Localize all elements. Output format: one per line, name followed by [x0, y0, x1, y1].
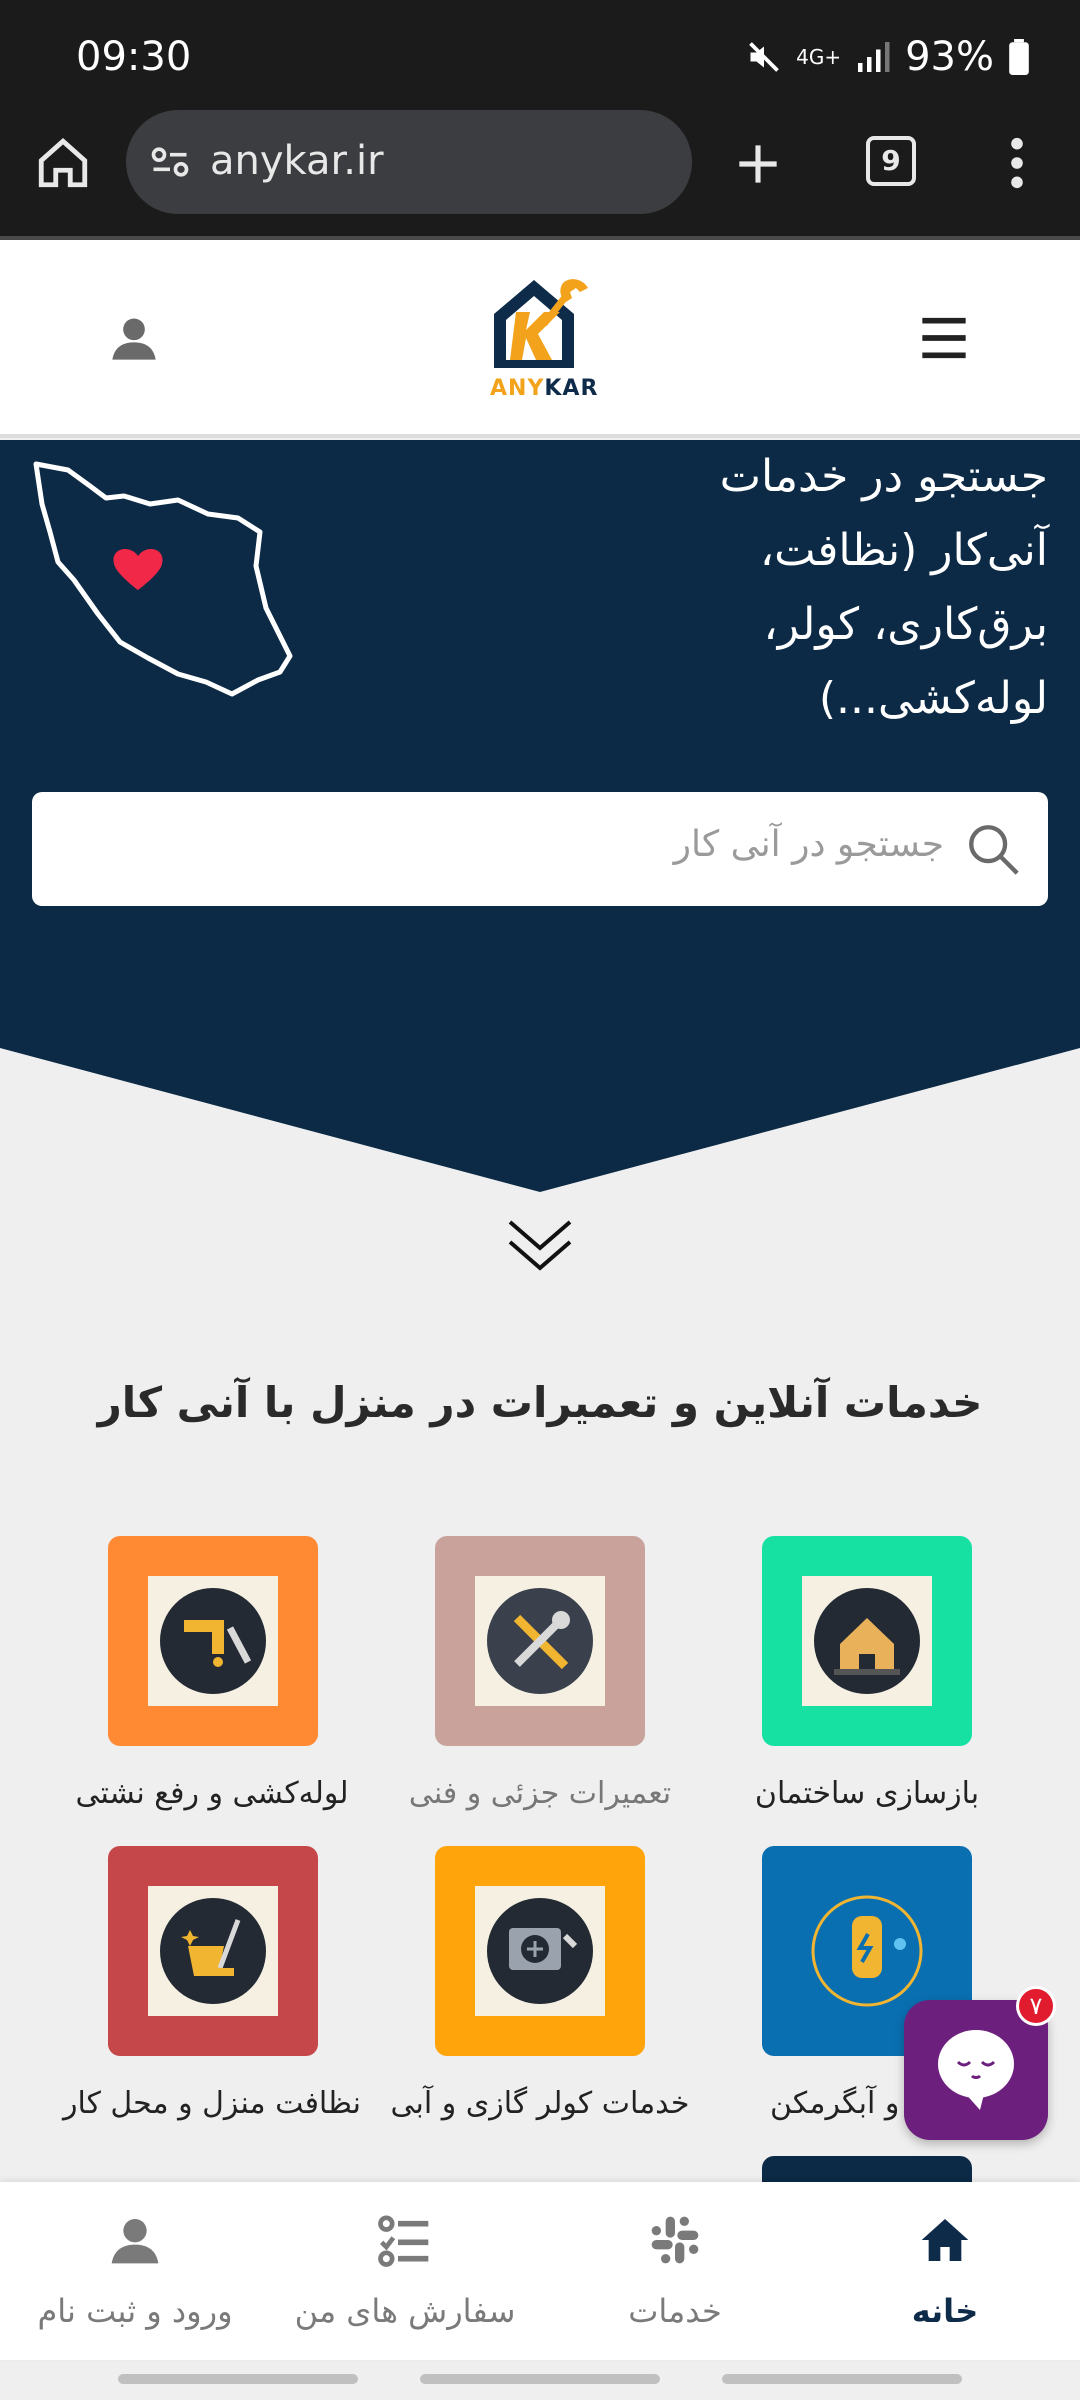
hero-title-line: لوله‌کشی...): [818, 673, 1048, 724]
service-tile-renovation[interactable]: [762, 1536, 972, 1746]
service-tile-cleaning[interactable]: [108, 1846, 318, 2056]
new-tab-icon[interactable]: [730, 136, 786, 192]
more-options-icon[interactable]: [1002, 134, 1032, 192]
logo-text-kar: KAR: [544, 376, 599, 401]
nav-item-services[interactable]: خدمات: [540, 2182, 810, 2360]
hamburger-menu-icon[interactable]: [918, 314, 970, 362]
nav-label-orders: سفارش های من: [294, 2292, 516, 2330]
service-label-plumbing[interactable]: لوله‌کشی و رفع نشتی: [62, 1776, 362, 1811]
hero-title-line: برق‌کاری، کولر،: [763, 599, 1048, 650]
tab-switcher-button[interactable]: 9: [866, 136, 916, 186]
service-label-renovation[interactable]: بازسازی ساختمان: [732, 1776, 1002, 1811]
service-label-cleaning[interactable]: نظافت منزل و محل کار: [52, 2086, 372, 2121]
gesture-bar-right: [722, 2374, 962, 2384]
renovation-icon: [814, 1588, 920, 1694]
tools-icon: [487, 1588, 593, 1694]
battery-icon: [1009, 39, 1029, 75]
water-heater-icon: [811, 1895, 923, 2007]
tab-count: 9: [881, 144, 901, 177]
battery-percent: 93%: [905, 34, 994, 80]
service-image: [148, 1886, 278, 2016]
nav-label-home: خانه: [911, 2292, 979, 2330]
orders-icon: [378, 2215, 429, 2267]
services-icon: [651, 2216, 699, 2264]
bottom-navigation: خانه خدمات سفارش های من ورود و ثبت نام: [0, 2182, 1080, 2360]
home-icon: [921, 2219, 969, 2261]
search-placeholder: جستجو در آنی کار: [673, 824, 944, 865]
url-text: anykar.ir: [210, 138, 384, 184]
service-label-repairs[interactable]: تعمیرات جزئی و فنی: [400, 1776, 680, 1811]
chat-notification-badge: ۷: [1016, 1986, 1056, 2026]
anykar-logo[interactable]: [486, 272, 596, 372]
status-time: 09:30: [76, 34, 192, 80]
hero-title-line: جستجو در خدمات: [719, 451, 1048, 502]
service-tile-repairs[interactable]: [435, 1536, 645, 1746]
chat-bubble-icon: [938, 2030, 1014, 2110]
hero-section: جستجو در خدمات آنی‌کار (نظافت، برق‌کاری،…: [0, 440, 1080, 1200]
status-bar: 09:30 4G+ 93%: [0, 0, 1080, 110]
nav-label-services: خدمات: [628, 2292, 722, 2330]
service-tile-cooler[interactable]: [435, 1846, 645, 2056]
service-image: [148, 1576, 278, 1706]
logo-text-any: ANY: [490, 376, 545, 401]
user-icon: [111, 2219, 159, 2264]
nav-item-home[interactable]: خانه: [810, 2182, 1080, 2360]
service-label-cooler[interactable]: خدمات کولر گازی و آبی: [380, 2086, 700, 2121]
signal-icon: [858, 42, 890, 72]
page: 09:30 4G+ 93% anykar.ir 9 ANYKAR جستجو د…: [0, 0, 1080, 2400]
service-tile-plumbing[interactable]: [108, 1536, 318, 1746]
user-account-icon[interactable]: [108, 312, 160, 364]
logo-wordmark: ANYKAR: [490, 376, 598, 401]
service-image: [475, 1576, 605, 1706]
cleaning-bucket-icon: [160, 1898, 266, 2004]
search-input[interactable]: جستجو در آنی کار: [32, 792, 1048, 906]
service-image: [475, 1886, 605, 2016]
service-image: [802, 1576, 932, 1706]
faucet-icon: [160, 1588, 266, 1694]
nav-item-orders[interactable]: سفارش های من: [270, 2182, 540, 2360]
site-settings-icon[interactable]: [148, 140, 192, 184]
nav-item-login[interactable]: ورود و ثبت نام: [0, 2182, 270, 2360]
section-title: خدمات آنلاین و تعمیرات در منزل با آنی کا…: [97, 1378, 983, 1427]
nav-label-login: ورود و ثبت نام: [37, 2292, 233, 2330]
network-type: 4G+: [796, 45, 842, 69]
hero-title: جستجو در خدمات آنی‌کار (نظافت، برق‌کاری،…: [628, 440, 1048, 736]
gesture-bar-center: [420, 2374, 660, 2384]
status-icons: 4G+ 93%: [746, 34, 1030, 80]
browser-home-icon[interactable]: [34, 134, 92, 192]
mute-icon: [749, 42, 779, 72]
air-conditioner-icon: [487, 1898, 593, 2004]
browser-toolbar: anykar.ir 9: [0, 110, 1080, 236]
hero-title-line: آنی‌کار (نظافت،: [759, 525, 1048, 576]
gesture-bar-left: [118, 2374, 358, 2384]
site-header: ANYKAR: [0, 236, 1080, 438]
service-label-water-heater[interactable]: و آبگرمکن: [770, 2086, 910, 2121]
scroll-down-chevron-icon[interactable]: [506, 1218, 574, 1276]
search-icon[interactable]: [964, 820, 1022, 878]
url-bar[interactable]: anykar.ir: [126, 110, 692, 214]
